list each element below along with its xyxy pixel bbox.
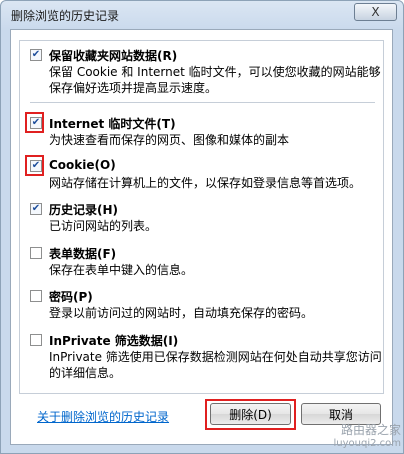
- option-title: 历史记录(H): [49, 203, 119, 217]
- divider: [30, 102, 375, 103]
- checkbox-form-data[interactable]: [30, 247, 42, 259]
- close-button[interactable]: X: [354, 3, 397, 21]
- option-description: 保留 Cookie 和 Internet 临时文件，可以使您收藏的网站能够保存偏…: [49, 65, 381, 95]
- option-title: 密码(P): [49, 290, 93, 304]
- watermark: 路由器之家 luyouqi2.com: [281, 421, 401, 451]
- option-description: 已访问网站的列表。: [49, 219, 158, 233]
- window-title: 删除浏览的历史记录: [11, 9, 120, 23]
- options-group: ✔ 保留收藏夹网站数据(R) 保留 Cookie 和 Internet 临时文件…: [19, 40, 384, 394]
- option-description: 为快速查看而保存的网页、图像和媒体的副本: [49, 133, 290, 147]
- option-description: InPrivate 筛选使用已保存数据检测网站在何处自动共享您访问的详细信息。: [49, 350, 382, 380]
- checkbox-preserve-favorites[interactable]: ✔: [30, 49, 42, 61]
- checkbox-passwords[interactable]: [30, 290, 42, 302]
- title-bar: 删除浏览的历史记录 X: [1, 1, 403, 29]
- highlight-cookies-checkbox: [25, 155, 44, 176]
- delete-button[interactable]: 删除(D): [210, 403, 291, 425]
- option-title: InPrivate 筛选数据(I): [49, 334, 179, 348]
- option-title: 表单数据(F): [49, 247, 117, 261]
- highlight-temp-files-checkbox: [25, 112, 44, 133]
- close-icon: X: [371, 5, 380, 19]
- watermark-en: luyouqi2.com: [333, 438, 401, 449]
- option-description: 保存在表单中键入的信息。: [49, 263, 194, 277]
- about-delete-history-link[interactable]: 关于删除浏览的历史记录: [37, 408, 169, 425]
- delete-browsing-history-dialog: 删除浏览的历史记录 X ✔ 保留收藏夹网站数据(R) 保留 Cookie 和 I…: [0, 0, 404, 454]
- option-description: 网站存储在计算机上的文件，以保存如登录信息等首选项。: [49, 176, 362, 190]
- watermark-cn: 路由器之家: [340, 423, 401, 437]
- dialog-content: ✔ 保留收藏夹网站数据(R) 保留 Cookie 和 Internet 临时文件…: [10, 29, 393, 445]
- checkbox-history[interactable]: ✔: [30, 203, 42, 215]
- checkbox-inprivate-filtering[interactable]: [30, 334, 42, 346]
- option-title: Cookie(O): [49, 158, 116, 172]
- option-title: 保留收藏夹网站数据(R): [49, 49, 178, 63]
- option-description: 登录以前访问过的网站时，自动填充保存的密码。: [49, 306, 314, 320]
- option-title: Internet 临时文件(T): [49, 117, 176, 131]
